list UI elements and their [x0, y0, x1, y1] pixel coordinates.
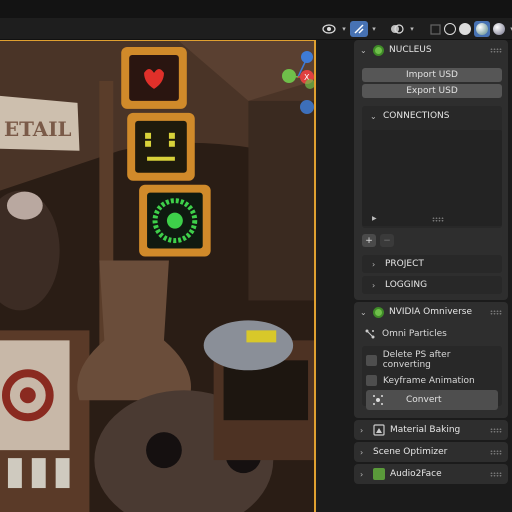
- audio2face-icon: [373, 468, 385, 480]
- export-usd-button[interactable]: Export USD: [362, 84, 502, 98]
- connections-header[interactable]: ⌄ CONNECTIONS: [362, 106, 502, 126]
- omniverse-icon: [373, 44, 384, 56]
- scene-optimizer-label: Scene Optimizer: [373, 447, 448, 457]
- visibility-group: ▾ ▾: [320, 20, 378, 38]
- audio2face-label: Audio2Face: [390, 469, 442, 479]
- resize-grip-icon[interactable]: [432, 217, 444, 222]
- delete-ps-row[interactable]: Delete PS after converting: [366, 350, 498, 370]
- drag-grip-icon[interactable]: [490, 309, 502, 315]
- drag-grip-icon[interactable]: [490, 471, 502, 477]
- drag-grip-icon[interactable]: [490, 449, 502, 455]
- chevron-right-icon: ›: [360, 425, 364, 435]
- omniverse-icon: [373, 306, 384, 318]
- shading-material-icon[interactable]: [474, 21, 490, 37]
- chevron-down-icon[interactable]: ▾: [408, 21, 416, 37]
- convert-button[interactable]: Convert: [366, 390, 498, 410]
- list-controls: + −: [362, 234, 508, 247]
- logging-subpanel[interactable]: › LOGGING: [362, 276, 502, 294]
- scene-optimizer-panel[interactable]: › Scene Optimizer: [354, 442, 508, 462]
- omni-particles-row: Omni Particles: [364, 328, 508, 340]
- drag-grip-icon[interactable]: [490, 47, 502, 53]
- visibility-icon[interactable]: [320, 21, 338, 37]
- chevron-right-icon: ›: [360, 469, 364, 479]
- project-subpanel[interactable]: › PROJECT: [362, 255, 502, 273]
- orientation-gizmo[interactable]: X: [278, 47, 316, 117]
- connections-list[interactable]: ▶: [362, 130, 502, 226]
- particles-icon: [365, 329, 375, 339]
- project-label: PROJECT: [385, 259, 424, 269]
- top-strip: [0, 0, 512, 18]
- delete-ps-label: Delete PS after converting: [382, 350, 451, 370]
- chevron-right-icon: ›: [372, 259, 376, 269]
- nucleus-title: NUCLEUS: [389, 45, 432, 55]
- chevron-right-icon: ›: [372, 280, 376, 290]
- keyframe-row[interactable]: Keyframe Animation: [366, 375, 498, 386]
- gizmo-icon[interactable]: [350, 21, 368, 37]
- omniverse-title: NVIDIA Omniverse: [389, 307, 472, 317]
- convert-icon: [373, 395, 383, 405]
- logging-label: LOGGING: [385, 280, 428, 290]
- chevron-down-icon[interactable]: ▾: [340, 21, 348, 37]
- material-icon: [373, 424, 385, 436]
- sign-text: ETAIL: [4, 117, 72, 141]
- audio2face-panel[interactable]: › Audio2Face: [354, 464, 508, 484]
- particles-options: Delete PS after converting Keyframe Anim…: [362, 346, 502, 410]
- delete-ps-checkbox[interactable]: [366, 354, 377, 366]
- omniverse-panel: ⌄ NVIDIA Omniverse Omni Particles Delete…: [354, 302, 508, 418]
- chevron-right-icon: ›: [360, 447, 364, 457]
- overlay-icon[interactable]: [388, 21, 406, 37]
- 3d-viewport[interactable]: ETAIL X: [0, 40, 316, 512]
- chevron-down-icon: ⌄: [370, 111, 377, 121]
- shading-solid-icon[interactable]: [459, 23, 471, 35]
- omni-particles-label: Omni Particles: [382, 329, 447, 339]
- chevron-down-icon[interactable]: ▾: [508, 21, 512, 37]
- connections-subpanel: ⌄ CONNECTIONS ▶: [362, 106, 502, 228]
- nucleus-panel: ⌄ NUCLEUS Import USD Export USD ⌄ CONNEC…: [354, 40, 508, 300]
- material-baking-panel[interactable]: › Material Baking: [354, 420, 508, 440]
- viewport-header: ▾ ▾ ▾ ▾: [0, 18, 512, 40]
- add-icon[interactable]: +: [362, 234, 376, 247]
- scene-render: ETAIL: [0, 41, 314, 512]
- shading-group: ▾: [444, 20, 512, 38]
- xray-icon[interactable]: [426, 21, 444, 37]
- convert-label: Convert: [406, 395, 442, 405]
- chevron-down-icon[interactable]: ▾: [370, 21, 378, 37]
- remove-icon[interactable]: −: [380, 234, 394, 247]
- material-baking-label: Material Baking: [390, 425, 461, 435]
- drag-grip-icon[interactable]: [490, 427, 502, 433]
- keyframe-checkbox[interactable]: [366, 375, 377, 386]
- shading-rendered-icon[interactable]: [493, 23, 505, 35]
- omniverse-header[interactable]: ⌄ NVIDIA Omniverse: [354, 302, 508, 322]
- play-icon[interactable]: ▶: [372, 215, 377, 222]
- shading-wireframe-icon[interactable]: [444, 23, 456, 35]
- connections-label: CONNECTIONS: [383, 111, 450, 121]
- chevron-down-icon: ⌄: [360, 45, 367, 55]
- import-usd-button[interactable]: Import USD: [362, 68, 502, 82]
- nucleus-header[interactable]: ⌄ NUCLEUS: [354, 40, 508, 60]
- keyframe-label: Keyframe Animation: [383, 375, 475, 386]
- chevron-down-icon: ⌄: [360, 307, 367, 317]
- overlay-group: ▾: [388, 20, 444, 38]
